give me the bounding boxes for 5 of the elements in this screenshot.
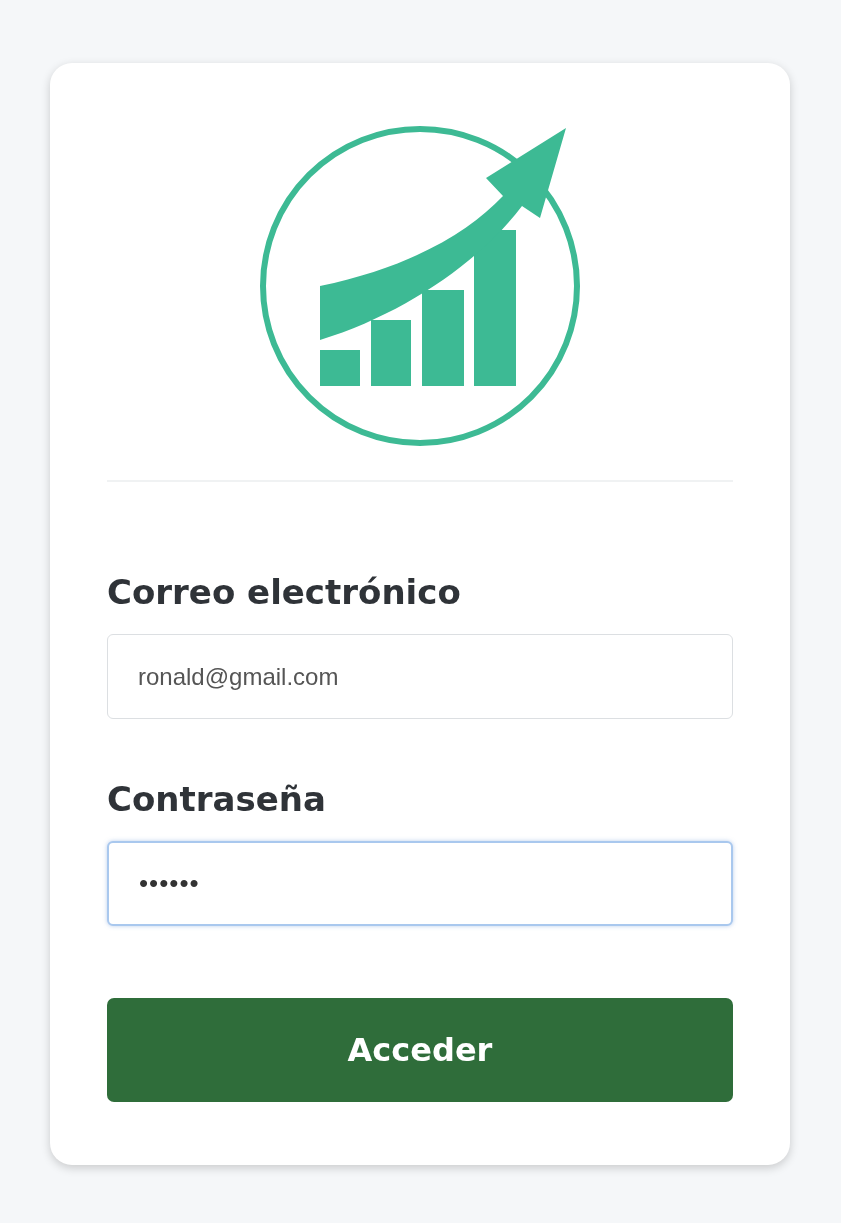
login-button[interactable]: Acceder <box>107 998 733 1102</box>
input-field[interactable]: •••••• <box>107 841 733 926</box>
field-label: Contraseña <box>107 779 327 819</box>
field-label: Correo electrónico <box>107 572 462 612</box>
input-field[interactable]: ronald@gmail.com <box>107 634 733 719</box>
